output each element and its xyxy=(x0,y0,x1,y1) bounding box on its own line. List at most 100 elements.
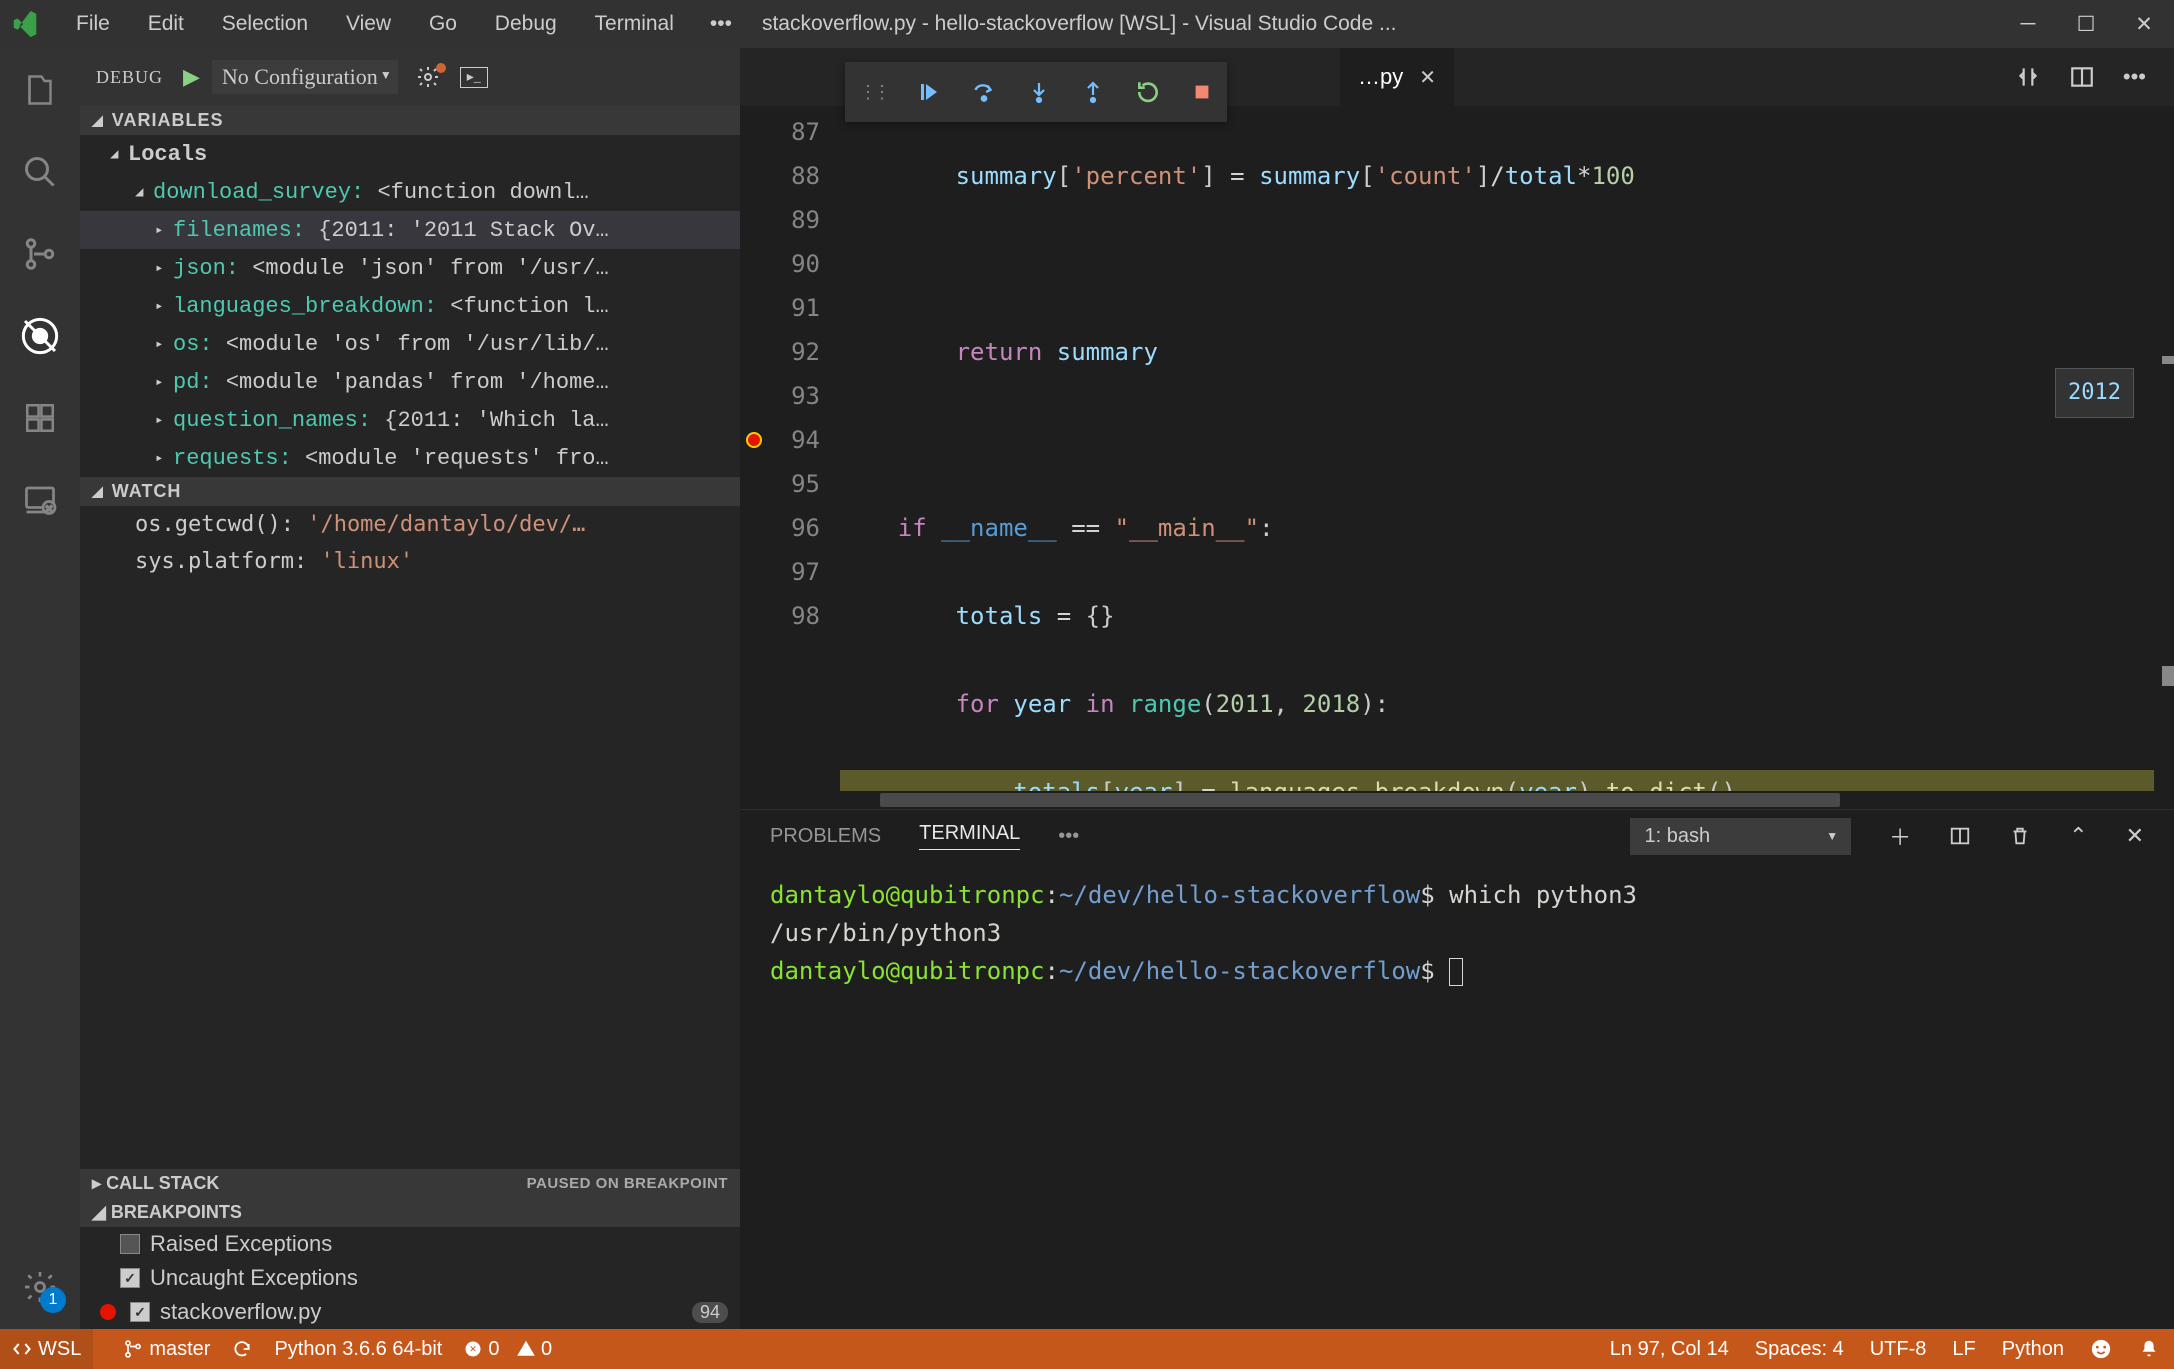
variables-title: VARIABLES xyxy=(112,110,224,131)
terminal-select[interactable]: 1: bash xyxy=(1630,818,1852,855)
debug-toolbar[interactable]: ⋮⋮ xyxy=(845,62,1227,122)
callstack-status: PAUSED ON BREAKPOINT xyxy=(527,1175,728,1192)
variable-row[interactable]: ▸os: <module 'os' from '/usr/lib/… xyxy=(80,325,740,363)
eol[interactable]: LF xyxy=(1952,1338,1975,1361)
continue-button[interactable] xyxy=(917,80,941,104)
main-menu: File Edit Selection View Go Debug Termin… xyxy=(60,12,690,36)
variable-row[interactable]: ▸json: <module 'json' from '/usr/… xyxy=(80,249,740,287)
watch-section-header[interactable]: ◢ WATCH xyxy=(80,477,740,506)
encoding[interactable]: UTF-8 xyxy=(1870,1338,1927,1361)
compare-changes-icon[interactable] xyxy=(2015,64,2041,90)
debug-config-select[interactable]: No Configuration xyxy=(212,60,398,94)
more-actions-icon[interactable]: ••• xyxy=(2123,64,2146,90)
minimize-button[interactable]: ─ xyxy=(2018,12,2038,37)
horizontal-scrollbar[interactable] xyxy=(740,791,2174,809)
panel-overflow-icon[interactable]: ••• xyxy=(1058,825,1079,848)
locals-scope[interactable]: ◢Locals xyxy=(80,135,740,173)
new-terminal-icon[interactable]: ＋ xyxy=(1889,820,1911,852)
close-button[interactable]: ✕ xyxy=(2134,12,2154,37)
step-into-button[interactable] xyxy=(1027,80,1051,104)
menu-file[interactable]: File xyxy=(76,12,110,35)
settings-gear-icon[interactable]: 1 xyxy=(18,1265,62,1309)
notifications-icon[interactable] xyxy=(2138,1338,2160,1360)
chevron-down-icon: ◢ xyxy=(92,483,104,500)
source-control-icon[interactable] xyxy=(18,232,62,276)
split-terminal-icon[interactable] xyxy=(1949,825,1971,847)
checkbox[interactable]: ✓ xyxy=(120,1234,140,1254)
split-editor-icon[interactable] xyxy=(2069,64,2095,90)
svg-text:✕: ✕ xyxy=(45,504,53,514)
search-icon[interactable] xyxy=(18,150,62,194)
cursor-position[interactable]: Ln 97, Col 14 xyxy=(1610,1338,1729,1361)
problems-count[interactable]: ✕ 0 0 xyxy=(464,1338,552,1361)
variables-section-header[interactable]: ◢ VARIABLES xyxy=(80,106,740,135)
code-content[interactable]: summary['percent'] = summary['count']/to… xyxy=(840,106,2154,791)
menu-go[interactable]: Go xyxy=(429,12,457,35)
variable-row[interactable]: ▸pd: <module 'pandas' from '/home… xyxy=(80,363,740,401)
variable-row[interactable]: ▸filenames: {2011: '2011 Stack Ov… xyxy=(80,211,740,249)
remote-indicator[interactable]: WSL xyxy=(0,1329,93,1369)
sync-icon[interactable] xyxy=(232,1339,252,1359)
title-bar: File Edit Selection View Go Debug Termin… xyxy=(0,0,2174,48)
language-mode[interactable]: Python xyxy=(2002,1338,2064,1361)
minimap[interactable] xyxy=(2154,106,2174,791)
debug-icon[interactable] xyxy=(18,314,62,358)
variable-row[interactable]: ▸languages_breakdown: <function l… xyxy=(80,287,740,325)
close-panel-icon[interactable]: ✕ xyxy=(2126,823,2144,849)
menu-edit[interactable]: Edit xyxy=(148,12,184,35)
extensions-icon[interactable] xyxy=(18,396,62,440)
code-editor[interactable]: 87 88 89 90 91 92 93 94 95 96 97 98 summ… xyxy=(740,106,2174,791)
maximize-panel-icon[interactable]: ⌃ xyxy=(2069,823,2087,849)
terminal[interactable]: dantaylo@qubitronpc:~/dev/hello-stackove… xyxy=(740,862,2174,1329)
step-over-button[interactable] xyxy=(971,79,997,105)
variable-row[interactable]: ▸question_names: {2011: 'Which la… xyxy=(80,401,740,439)
menu-overflow-icon[interactable]: ••• xyxy=(710,12,732,36)
breakpoint-marker-icon[interactable] xyxy=(746,432,762,448)
kill-terminal-icon[interactable] xyxy=(2009,825,2031,847)
breakpoint-row[interactable]: ✓ Raised Exceptions xyxy=(80,1227,740,1261)
editor-tab[interactable]: …py ✕ xyxy=(1340,48,1454,106)
maximize-button[interactable]: ☐ xyxy=(2076,12,2096,37)
panel-tab-terminal[interactable]: TERMINAL xyxy=(919,822,1020,850)
debug-header: DEBUG ▶ No Configuration ▸_ xyxy=(80,48,740,106)
menu-debug[interactable]: Debug xyxy=(495,12,557,35)
checkbox[interactable]: ✓ xyxy=(120,1268,140,1288)
vscode-logo-icon xyxy=(10,9,40,39)
breakpoint-row[interactable]: ✓ Uncaught Exceptions xyxy=(80,1261,740,1295)
stop-button[interactable] xyxy=(1191,81,1213,103)
debug-settings-icon[interactable] xyxy=(416,65,440,89)
callstack-section-header[interactable]: ▸ CALL STACK PAUSED ON BREAKPOINT xyxy=(80,1169,740,1198)
panel-tab-problems[interactable]: PROBLEMS xyxy=(770,825,881,848)
remote-explorer-icon[interactable]: ✕ xyxy=(18,478,62,522)
explorer-icon[interactable] xyxy=(18,68,62,112)
indentation[interactable]: Spaces: 4 xyxy=(1755,1338,1844,1361)
tab-close-icon[interactable]: ✕ xyxy=(1419,65,1436,90)
feedback-icon[interactable] xyxy=(2090,1338,2112,1360)
bottom-panel: PROBLEMS TERMINAL ••• 1: bash ＋ ⌃ ✕ dant… xyxy=(740,809,2174,1329)
drag-handle-icon[interactable]: ⋮⋮ xyxy=(859,82,887,103)
start-debug-icon[interactable]: ▶ xyxy=(183,64,200,90)
tab-filename: …py xyxy=(1358,64,1403,90)
watch-row[interactable]: sys.platform: 'linux' xyxy=(80,543,740,580)
terminal-cursor xyxy=(1449,958,1463,986)
variable-row[interactable]: ▸requests: <module 'requests' fro… xyxy=(80,439,740,477)
python-interpreter[interactable]: Python 3.6.6 64-bit xyxy=(274,1338,442,1361)
step-out-button[interactable] xyxy=(1081,80,1105,104)
line-gutter: 87 88 89 90 91 92 93 94 95 96 97 98 xyxy=(740,106,840,791)
breakpoint-row[interactable]: ✓ stackoverflow.py 94 xyxy=(80,1295,740,1329)
checkbox[interactable]: ✓ xyxy=(130,1302,150,1322)
activity-bar: ✕ 1 xyxy=(0,48,80,1329)
watch-row[interactable]: os.getcwd(): '/home/dantaylo/dev/… xyxy=(80,506,740,543)
restart-button[interactable] xyxy=(1135,79,1161,105)
watch-title: WATCH xyxy=(112,481,182,502)
git-branch[interactable]: master xyxy=(123,1338,210,1361)
menu-view[interactable]: View xyxy=(346,12,391,35)
breakpoints-section-header[interactable]: ◢ BREAKPOINTS xyxy=(80,1198,740,1227)
debug-label: DEBUG xyxy=(96,67,163,88)
variables-tree: ◢Locals ◢download_survey: <function down… xyxy=(80,135,740,477)
menu-selection[interactable]: Selection xyxy=(222,12,308,35)
menu-terminal[interactable]: Terminal xyxy=(595,12,674,35)
variable-row[interactable]: ◢download_survey: <function downl… xyxy=(80,173,740,211)
chevron-down-icon: ◢ xyxy=(92,112,104,129)
debug-console-icon[interactable]: ▸_ xyxy=(460,67,488,88)
